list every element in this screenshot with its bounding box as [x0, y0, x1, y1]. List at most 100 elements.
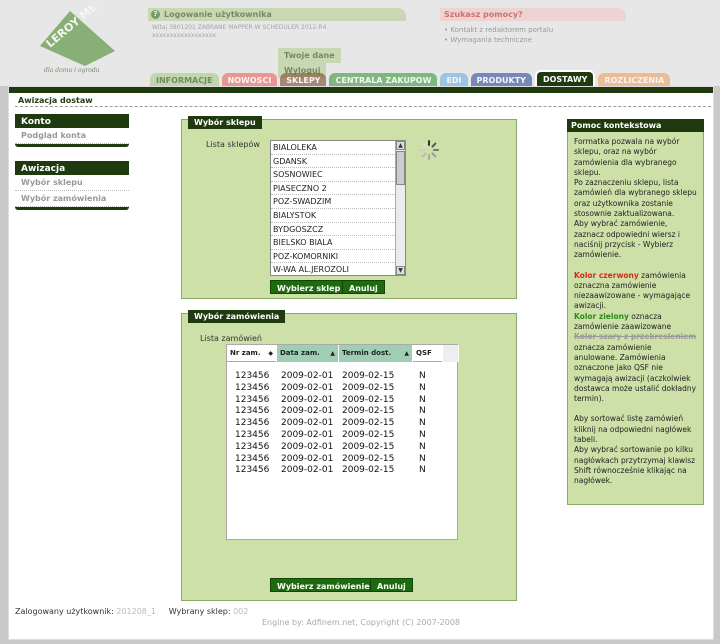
col-header-termin-dost[interactable]: Termin dost. ▲: [339, 345, 413, 362]
cell-qsf: N: [419, 430, 426, 440]
logged-user-label: Zalogowany użytkownik:: [15, 607, 114, 616]
select-order-button[interactable]: Wybierz zamówienie: [270, 578, 377, 592]
leroy-merlin-logo: LEROY MERLIN dla domu i ogrodu: [30, 0, 122, 76]
sort-asc-icon: ▲: [330, 350, 335, 357]
cell-termin: 2009-02-15: [342, 371, 395, 381]
list-item[interactable]: BYDGOSZCZ: [271, 223, 405, 237]
cell-termin: 2009-02-15: [342, 430, 395, 440]
col-header-data-zam-label: Data zam.: [280, 349, 320, 357]
col-header-qsf[interactable]: QSF: [413, 345, 443, 362]
cell-data: 2009-02-01: [281, 406, 334, 417]
help-title: Szukasz pomocy?: [440, 8, 626, 21]
sidemenu-awizacja-title: Awizacja: [15, 161, 129, 175]
login-title: ? Logowanie użytkownika: [148, 8, 406, 21]
list-item[interactable]: POZ-KOMORNIKI: [271, 250, 405, 264]
sidebar-item-wybor-zamowienia[interactable]: Wybór zamówienia: [15, 191, 129, 207]
orders-table-header: Nr zam. ◆ Data zam. ▲ Termin dost. ▲ QSF: [227, 345, 459, 362]
cell-qsf: N: [419, 453, 426, 464]
cell-termin: 2009-02-15: [342, 441, 395, 452]
cell-data: 2009-02-01: [281, 418, 334, 429]
order-panel: Wybór zamówienia Lista zamówień Nr zam. …: [181, 310, 517, 601]
cell-termin: 2009-02-15: [342, 394, 395, 405]
cell-nr: 123456: [235, 371, 270, 381]
store-list-label: Lista sklepów: [206, 140, 260, 149]
legend-grey-text: oznacza zamówienie anulowane. Zamówienia…: [574, 342, 697, 404]
cell-qsf: N: [419, 394, 426, 405]
login-title-text: Logowanie użytkownika: [164, 10, 272, 19]
list-item[interactable]: PIASECZNO 2: [271, 182, 405, 196]
cell-qsf: N: [419, 382, 426, 393]
sidemenu-konto: Konto Podgląd konta: [15, 114, 129, 147]
col-header-spacer: [443, 345, 459, 362]
legend-grey-label: Kolor szary z przekresleniem: [574, 332, 697, 342]
order-list-label: Lista zamówień: [200, 334, 262, 343]
cell-nr: 123456: [235, 441, 270, 452]
your-data-button[interactable]: Twoje dane: [278, 48, 341, 63]
cell-data: 2009-02-01: [281, 465, 334, 476]
content-frame: Awizacja dostaw Konto Podgląd konta Awiz…: [8, 86, 714, 640]
sidemenu-awizacja-footer: [15, 207, 129, 210]
table-row[interactable]: 123456 2009-02-01 2009-02-15 N: [227, 430, 457, 442]
help-link-requirements[interactable]: Wymagania techniczne: [444, 35, 626, 45]
table-row[interactable]: 123456 2009-02-01 2009-02-15 N: [227, 442, 457, 454]
table-row[interactable]: 123456 2009-02-01 2009-02-15 N: [227, 406, 457, 418]
logged-user-value: 201208_1: [116, 607, 156, 616]
list-item[interactable]: BIALYSTOK: [271, 209, 405, 223]
cell-data: 2009-02-01: [281, 382, 334, 393]
table-row[interactable]: 123456 2009-02-01 2009-02-15 N: [227, 465, 457, 477]
scroll-up-arrow-icon[interactable]: ▲: [396, 141, 405, 150]
scroll-thumb[interactable]: [396, 151, 405, 185]
cell-termin: 2009-02-15: [342, 418, 395, 429]
sort-toggle-icon: ◆: [268, 350, 273, 357]
table-row[interactable]: 123456 2009-02-01 2009-02-15 N: [227, 418, 457, 430]
cell-data: 2009-02-01: [281, 441, 334, 452]
cancel-order-button[interactable]: Anuluj: [370, 578, 413, 592]
cell-termin: 2009-02-15: [342, 465, 395, 476]
help-link-contact[interactable]: Kontakt z redaktorem portalu: [444, 25, 626, 35]
cell-nr: 123456: [235, 430, 270, 440]
cell-qsf: N: [419, 371, 426, 381]
cell-nr: 123456: [235, 465, 270, 476]
legend-red-label: Kolor czerwony: [574, 270, 639, 280]
list-item[interactable]: BIELSKO BIALA: [271, 236, 405, 250]
title-divider: [15, 106, 711, 107]
sidebar-item-podglad-konta[interactable]: Podgląd konta: [15, 128, 129, 144]
context-help-body: Formatka pozwala na wybór sklepu, oraz n…: [568, 131, 703, 493]
context-help-panel: Pomoc kontekstowa Formatka pozwala na wy…: [567, 119, 704, 505]
help-paragraph: Aby wybrać sortowanie po kilku nagłówkac…: [574, 445, 696, 486]
select-store-button[interactable]: Wybierz sklep: [270, 280, 348, 294]
help-paragraph: Aby wybrać zamówienie, zaznacz odpowiedn…: [574, 219, 681, 260]
help-paragraph: Formatka pozwala na wybór sklepu, oraz n…: [574, 137, 680, 177]
col-header-nr-zam[interactable]: Nr zam. ◆: [227, 345, 277, 362]
cancel-store-button[interactable]: Anuluj: [342, 280, 385, 294]
store-listbox[interactable]: BIALOLEKA GDANSK SOSNOWIEC PIASECZNO 2 P…: [270, 140, 406, 276]
col-header-data-zam[interactable]: Data zam. ▲: [277, 345, 339, 362]
store-list-scrollbar[interactable]: ▲ ▼: [395, 141, 405, 275]
col-header-qsf-label: QSF: [416, 349, 432, 357]
table-row[interactable]: 123456 2009-02-01 2009-02-15 N: [227, 454, 457, 466]
cell-nr: 123456: [235, 394, 270, 405]
table-row[interactable]: 123456 2009-02-01 2009-02-15 N: [227, 383, 457, 395]
cell-data: 2009-02-01: [281, 453, 334, 464]
cell-qsf: N: [419, 406, 426, 417]
list-item[interactable]: SOSNOWIEC: [271, 168, 405, 182]
cell-nr: 123456: [235, 382, 270, 393]
cell-nr: 123456: [235, 453, 270, 464]
store-panel-title: Wybór sklepu: [188, 116, 262, 129]
list-item[interactable]: W-WA AL.JEROZOLI: [271, 263, 405, 275]
legend-green-label: Kolor zielony: [574, 311, 629, 321]
list-item[interactable]: POZ-SWADZIM: [271, 195, 405, 209]
cell-termin: 2009-02-15: [342, 453, 395, 464]
table-row[interactable]: 123456 2009-02-01 2009-02-15 N: [227, 371, 457, 383]
scroll-down-arrow-icon[interactable]: ▼: [396, 266, 405, 275]
list-item[interactable]: BIALOLEKA: [271, 141, 405, 155]
col-header-nr-zam-label: Nr zam.: [230, 349, 261, 357]
list-item[interactable]: GDANSK: [271, 155, 405, 169]
sidemenu-konto-footer: [15, 144, 129, 147]
cell-qsf: N: [419, 465, 426, 476]
sidebar-item-wybor-sklepu[interactable]: Wybór sklepu: [15, 175, 129, 191]
cell-nr: 123456: [235, 418, 270, 429]
login-info: Witaj 3801201 ZABRANE MAPPER W SCHEDULER…: [148, 21, 406, 43]
table-row[interactable]: 123456 2009-02-01 2009-02-15 N: [227, 395, 457, 407]
selected-store-value: 002: [233, 607, 249, 616]
